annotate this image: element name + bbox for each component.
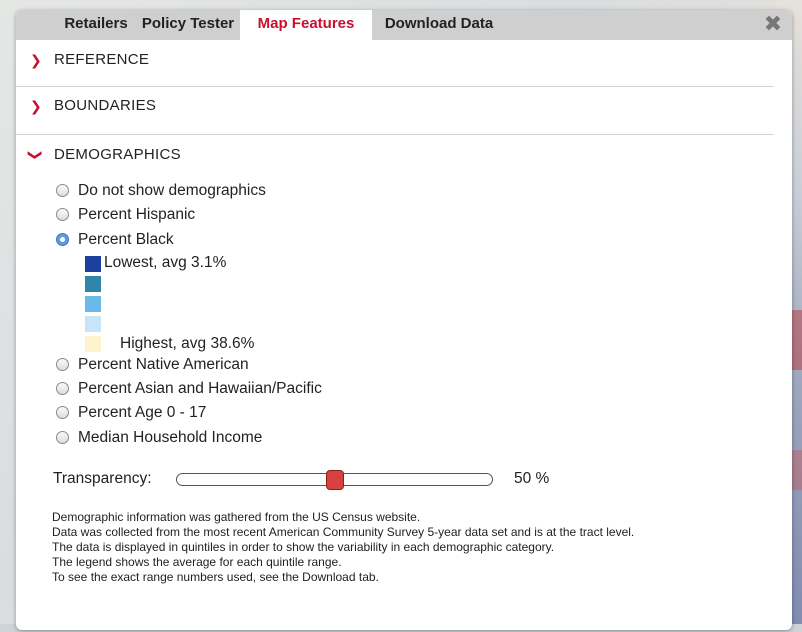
tab-bar: Retailers Policy Tester Map Features Dow… [16, 10, 792, 40]
radio-label: Percent Asian and Hawaiian/Pacific [78, 380, 322, 397]
transparency-value: 50 % [514, 470, 550, 487]
chevron-right-icon: ❯ [30, 52, 42, 68]
radio-button[interactable] [56, 382, 69, 395]
radio-button[interactable] [56, 208, 69, 221]
radio-label: Percent Age 0 - 17 [78, 404, 207, 421]
legend-swatch-2 [85, 276, 101, 292]
radio-button[interactable] [56, 184, 69, 197]
radio-button[interactable] [56, 406, 69, 419]
legend-swatch-4 [85, 316, 101, 332]
radio-button-selected[interactable] [56, 233, 69, 246]
map-features-panel: Retailers Policy Tester Map Features Dow… [16, 10, 792, 630]
radio-label: Median Household Income [78, 429, 263, 446]
note-line: The data is displayed in quintiles in or… [52, 540, 555, 554]
section-reference-label: REFERENCE [54, 51, 150, 68]
tab-map-features[interactable]: Map Features [240, 10, 372, 40]
legend-lowest-label: Lowest, avg 3.1% [104, 254, 227, 271]
note-line: The legend shows the average for each qu… [52, 555, 342, 569]
legend-swatch-5 [85, 336, 101, 352]
tab-policy-tester[interactable]: Policy Tester [136, 10, 240, 40]
close-icon[interactable]: ✖ [762, 13, 784, 35]
note-line: Demographic information was gathered fro… [52, 510, 421, 524]
section-boundaries-header[interactable]: ❯ BOUNDARIES [16, 86, 774, 126]
transparency-label: Transparency: [53, 470, 152, 487]
radio-button[interactable] [56, 431, 69, 444]
radio-label: Percent Native American [78, 356, 249, 373]
chevron-right-icon: ❯ [30, 98, 42, 114]
section-demographics-header[interactable]: ❯ DEMOGRAPHICS [16, 135, 774, 175]
legend-swatch-3 [85, 296, 101, 312]
section-demographics-label: DEMOGRAPHICS [54, 146, 181, 163]
section-reference-header[interactable]: ❯ REFERENCE [16, 40, 774, 80]
radio-label: Percent Hispanic [78, 206, 196, 223]
radio-label: Percent Black [78, 231, 174, 248]
note-line: Data was collected from the most recent … [52, 525, 635, 539]
demographics-notes: Demographic information was gathered fro… [52, 510, 634, 585]
legend-highest-label: Highest, avg 38.6% [120, 335, 255, 352]
tab-download-data[interactable]: Download Data [372, 10, 506, 40]
transparency-slider-handle[interactable] [325, 470, 344, 490]
legend-swatch-1 [85, 256, 101, 272]
note-line: To see the exact range numbers used, see… [52, 570, 379, 584]
radio-button[interactable] [56, 358, 69, 371]
chevron-down-icon: ❯ [27, 149, 44, 161]
section-boundaries-label: BOUNDARIES [54, 97, 157, 114]
tab-retailers[interactable]: Retailers [56, 10, 136, 40]
radio-label: Do not show demographics [78, 182, 266, 199]
